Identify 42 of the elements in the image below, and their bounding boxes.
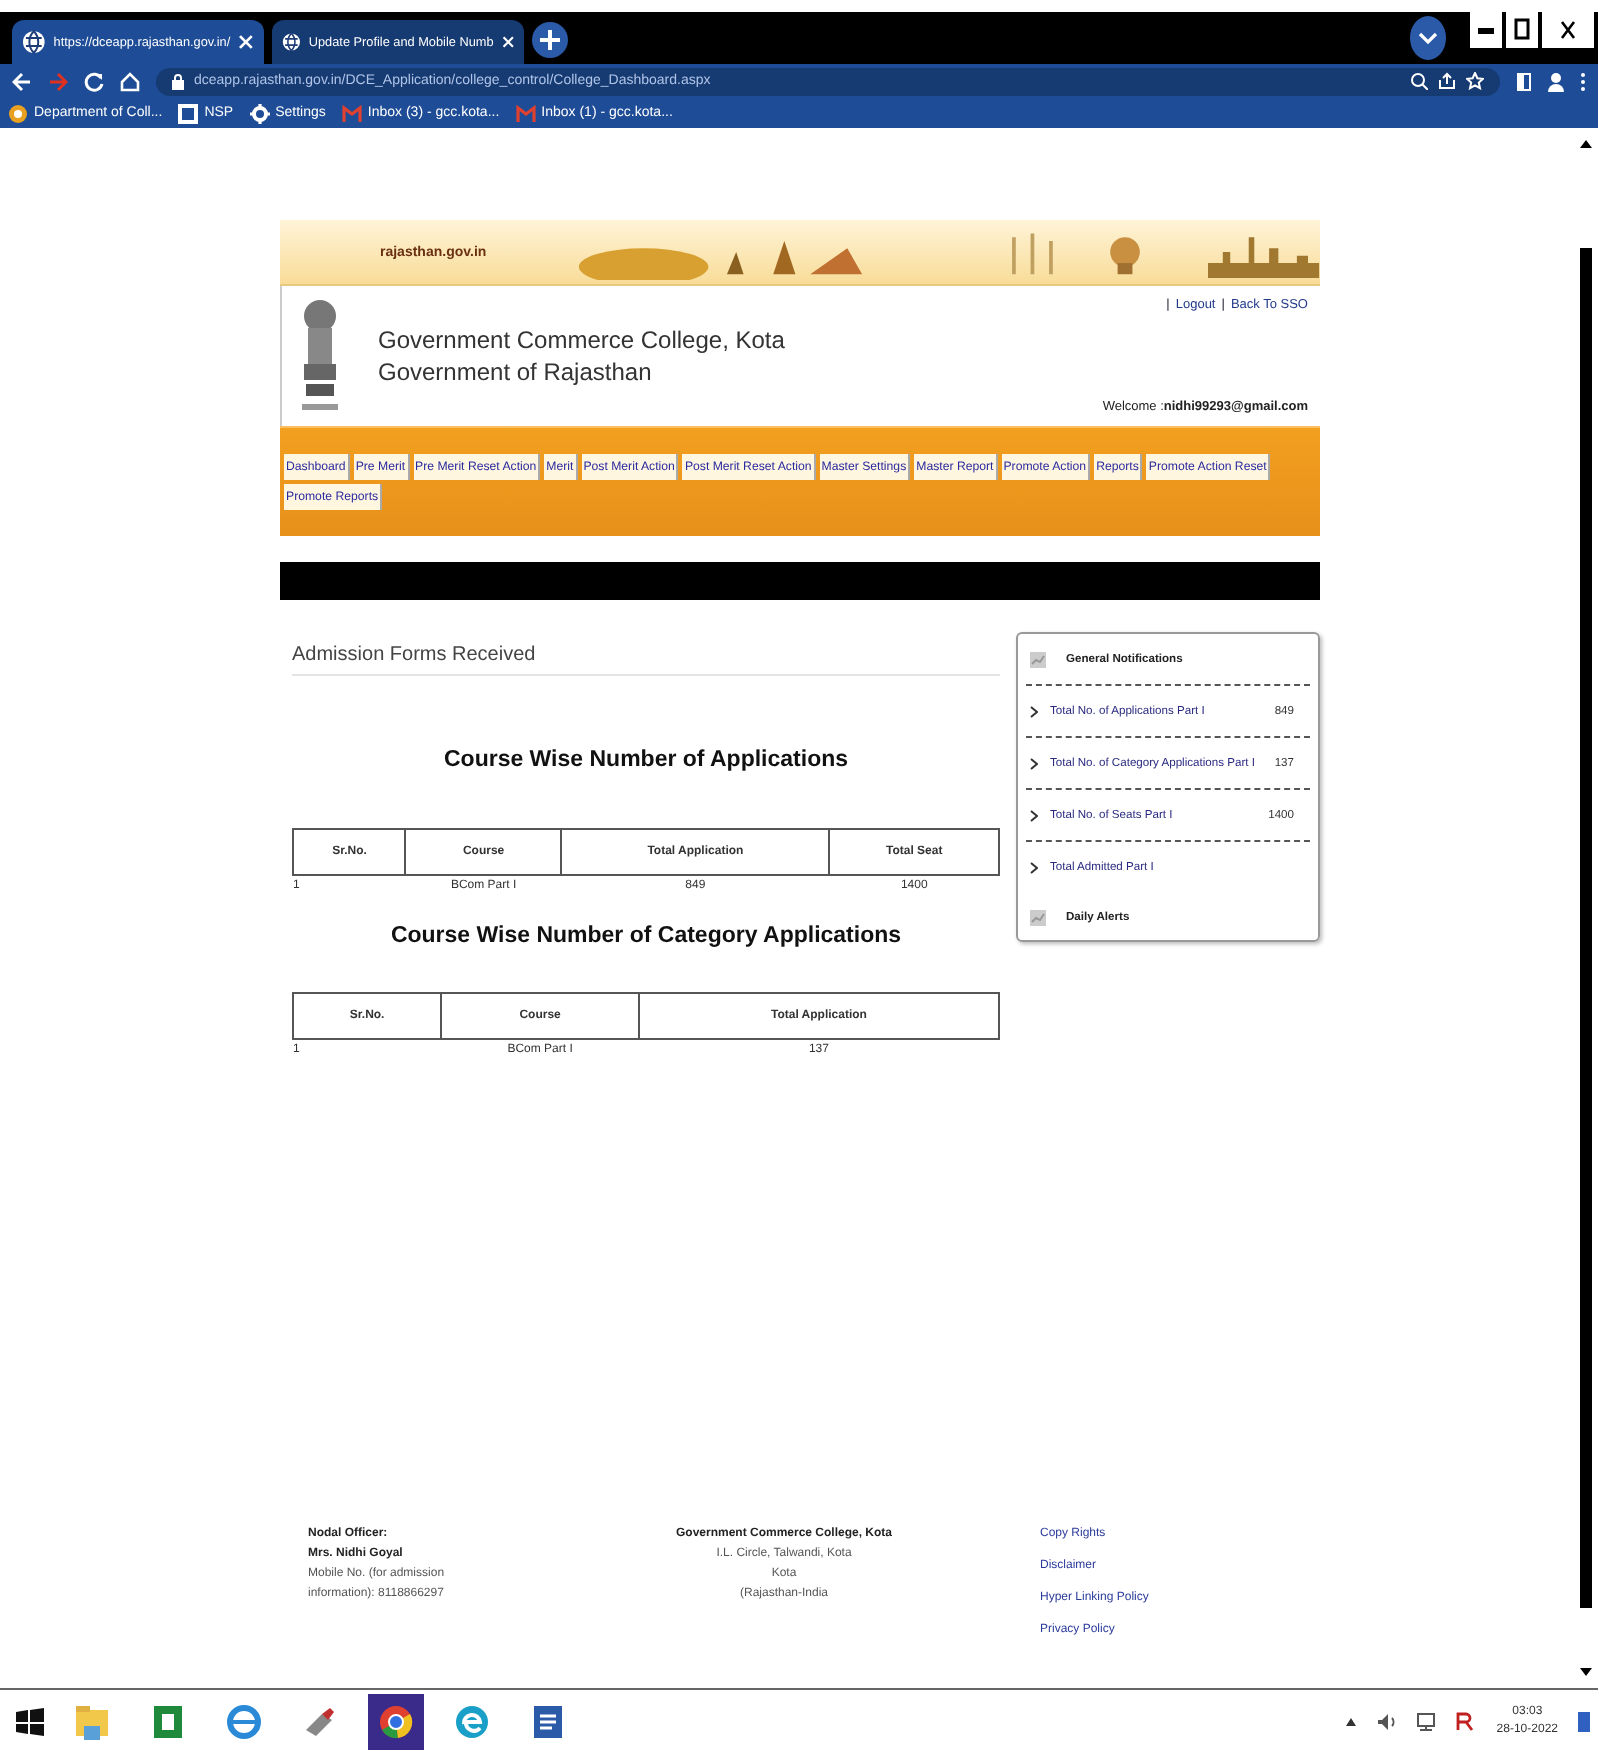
home-icon[interactable] — [120, 71, 140, 91]
gear-icon — [249, 103, 270, 123]
lock-icon — [172, 73, 184, 89]
sidebar-icon[interactable] — [1516, 71, 1532, 91]
chevron-icon — [1030, 705, 1038, 717]
table-title: Course Wise Number of Applications — [441, 748, 851, 772]
search-icon[interactable] — [1410, 72, 1428, 90]
government-name: Government of Rajasthan — [378, 356, 654, 388]
college-name: Government Commerce College, Kota — [378, 324, 787, 356]
windows-icon[interactable] — [16, 1708, 44, 1736]
tray-arrow-icon[interactable] — [1346, 1718, 1357, 1726]
chevron-icon — [1030, 757, 1038, 769]
back-icon[interactable] — [12, 71, 32, 91]
profile-icon[interactable] — [1548, 71, 1564, 91]
square-icon — [178, 103, 199, 123]
chrome-icon[interactable] — [368, 1694, 424, 1750]
speaker-icon[interactable] — [1376, 1712, 1397, 1732]
notice-icon — [1030, 909, 1046, 925]
close-icon[interactable] — [1542, 12, 1594, 48]
restore-icon[interactable] — [1506, 12, 1538, 48]
minimize-icon[interactable] — [1470, 12, 1502, 48]
scroll-up-icon[interactable] — [1580, 140, 1592, 148]
share-icon[interactable] — [1438, 72, 1456, 90]
chevron-icon — [1030, 809, 1038, 821]
scrollbar-thumb[interactable] — [1580, 248, 1592, 1608]
notice-icon — [1030, 651, 1046, 667]
mail-icon — [515, 103, 536, 123]
globe-icon — [22, 30, 46, 54]
reload-icon[interactable] — [84, 71, 104, 91]
scroll-down-icon[interactable] — [1580, 1668, 1592, 1676]
globe-icon — [282, 30, 301, 54]
mail-icon — [341, 103, 362, 123]
section-title: Admission Forms Received — [292, 632, 1000, 676]
table-title: Course Wise Number of Category Applications — [388, 924, 904, 948]
chevron-icon — [1030, 861, 1038, 873]
dropdown-icon[interactable] — [1410, 16, 1446, 60]
menu-icon[interactable] — [1580, 71, 1586, 91]
network-icon[interactable] — [1416, 1712, 1437, 1732]
close-icon[interactable] — [238, 34, 254, 50]
star-icon[interactable] — [1466, 72, 1484, 90]
close-icon[interactable] — [501, 34, 514, 50]
new-tab-icon[interactable] — [532, 22, 568, 58]
